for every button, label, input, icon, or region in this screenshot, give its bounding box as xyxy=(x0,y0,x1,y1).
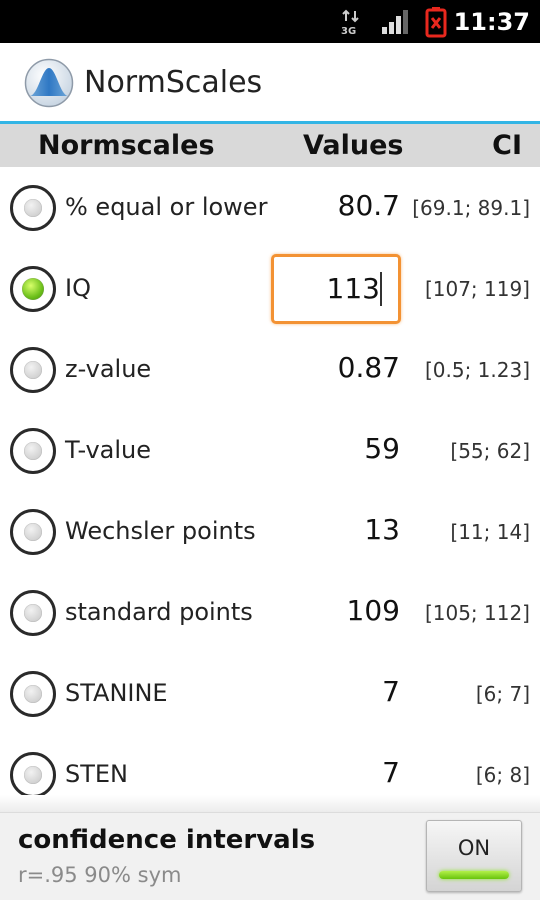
svg-text:3G: 3G xyxy=(341,26,356,35)
toggle-indicator xyxy=(439,871,509,879)
footer-title: confidence intervals xyxy=(18,825,316,855)
row-ci: [105; 112] xyxy=(424,601,530,625)
iq-value-input[interactable]: 113 xyxy=(271,254,401,324)
row-z-value[interactable]: z-value 0.87 [0.5; 1.23] xyxy=(0,329,540,410)
radio-button-selected[interactable] xyxy=(10,266,56,312)
signal-bars-icon xyxy=(382,10,408,34)
row-ci: [6; 7] xyxy=(475,682,530,706)
ci-toggle-button[interactable]: ON xyxy=(426,820,522,892)
row-stanine[interactable]: STANINE 7 [6; 7] xyxy=(0,653,540,734)
radio-button[interactable] xyxy=(10,185,56,231)
normal-distribution-icon xyxy=(24,58,74,108)
row-value: 0.87 xyxy=(337,351,400,384)
row-iq[interactable]: IQ 113 [107; 119] xyxy=(0,248,540,329)
3g-data-icon: 3G xyxy=(341,9,359,35)
radio-button[interactable] xyxy=(10,752,56,798)
row-label: IQ xyxy=(65,274,91,302)
column-header-values: Values xyxy=(303,130,404,161)
text-caret xyxy=(380,272,382,306)
battery-empty-icon xyxy=(425,7,447,38)
row-percent-equal-or-lower[interactable]: % equal or lower 80.7 [69.1; 89.1] xyxy=(0,167,540,248)
footer-shadow xyxy=(0,795,540,812)
radio-button[interactable] xyxy=(10,428,56,474)
radio-button[interactable] xyxy=(10,671,56,717)
row-label: STANINE xyxy=(65,679,168,707)
column-header-normscales: Normscales xyxy=(38,130,215,161)
row-label: STEN xyxy=(65,760,129,788)
row-value: 7 xyxy=(382,675,400,708)
row-wechsler-points[interactable]: Wechsler points 13 [11; 14] xyxy=(0,491,540,572)
row-ci: [11; 14] xyxy=(450,520,530,544)
radio-button[interactable] xyxy=(10,347,56,393)
row-ci: [55; 62] xyxy=(450,439,530,463)
row-ci: [107; 119] xyxy=(424,277,530,301)
row-value: 13 xyxy=(364,513,400,546)
row-ci: [6; 8] xyxy=(475,763,530,787)
radio-button[interactable] xyxy=(10,509,56,555)
row-label: z-value xyxy=(65,355,152,383)
row-t-value[interactable]: T-value 59 [55; 62] xyxy=(0,410,540,491)
title-bar: NormScales xyxy=(0,43,540,122)
input-value: 113 xyxy=(326,272,380,305)
row-ci: [69.1; 89.1] xyxy=(412,196,530,220)
row-value: 80.7 xyxy=(337,189,400,222)
row-value: 109 xyxy=(346,594,400,627)
row-label: % equal or lower xyxy=(65,193,268,221)
column-header-ci: CI xyxy=(492,130,522,161)
status-bar: 3G 11:37 xyxy=(0,0,540,43)
row-label: T-value xyxy=(65,436,152,464)
status-time: 11:37 xyxy=(453,8,530,36)
row-label: standard points xyxy=(65,598,253,626)
radio-button[interactable] xyxy=(10,590,56,636)
column-header: Normscales Values CI xyxy=(0,124,540,167)
row-standard-points[interactable]: standard points 109 [105; 112] xyxy=(0,572,540,653)
footer-subtitle: r=.95 90% sym xyxy=(18,863,182,887)
row-value: 59 xyxy=(364,432,400,465)
toggle-label: ON xyxy=(457,836,491,860)
row-ci: [0.5; 1.23] xyxy=(424,358,530,382)
confidence-interval-footer: confidence intervals r=.95 90% sym ON xyxy=(0,812,540,900)
app-title: NormScales xyxy=(84,65,263,100)
row-value: 7 xyxy=(382,756,400,789)
row-label: Wechsler points xyxy=(65,517,256,545)
